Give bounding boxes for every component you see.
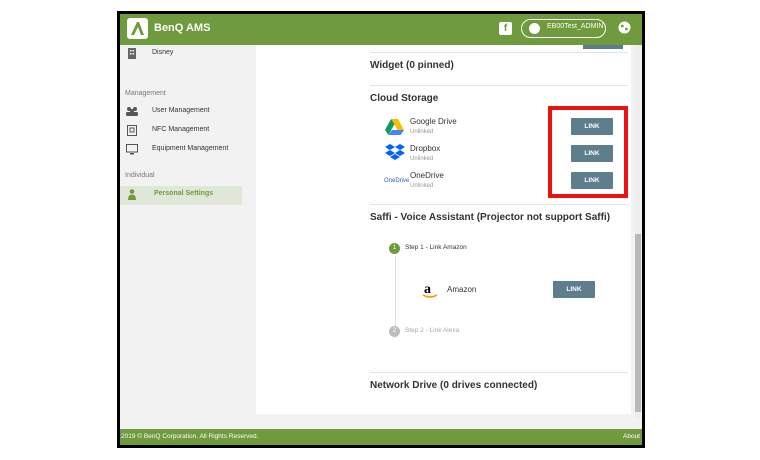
svg-text:a: a <box>424 282 431 297</box>
section-label-individual: Individual <box>125 172 155 179</box>
sidebar-item-label: User Management <box>152 107 210 114</box>
onedrive-logo: OneDrive <box>384 178 410 184</box>
step-1-badge: 1 <box>389 243 400 254</box>
section-label-management: Management <box>125 90 166 97</box>
google-drive-name: Google Drive <box>410 117 457 126</box>
app-title: BenQ AMS <box>154 22 211 34</box>
user-name: EB00Test_ADMIN <box>547 23 604 30</box>
user-avatar-icon <box>529 23 540 34</box>
google-drive-icon <box>385 119 404 135</box>
sidebar-item-label: Personal Settings <box>154 190 214 197</box>
sidebar-item-user-management[interactable]: User Management <box>120 103 242 122</box>
dropbox-name: Dropbox <box>410 144 441 153</box>
sidebar-item-disney[interactable]: Disney <box>120 45 242 64</box>
sidebar-item-label: Disney <box>152 49 174 56</box>
link-amazon-button[interactable]: LINK <box>553 281 595 298</box>
cloud-storage-title: Cloud Storage <box>370 93 439 104</box>
divider <box>370 204 628 205</box>
saffi-section-title: Saffi - Voice Assistant (Projector not s… <box>370 212 611 223</box>
app-window: BenQ AMS f EB00Test_ADMIN Disney Managem… <box>120 14 642 445</box>
divider <box>370 52 628 53</box>
scrollbar-thumb[interactable] <box>635 234 641 412</box>
step-2-badge: 2 <box>389 326 400 337</box>
footer: 2019 © BenQ Corporation. All Rights Rese… <box>120 429 642 445</box>
divider <box>370 372 628 373</box>
network-drive-title: Network Drive (0 drives connected) <box>370 380 538 391</box>
onedrive-name: OneDrive <box>410 171 444 180</box>
amazon-icon: a <box>422 282 438 298</box>
facebook-icon[interactable]: f <box>499 22 512 35</box>
sidebar-item-personal-settings[interactable]: Personal Settings <box>120 186 242 205</box>
top-bar: BenQ AMS f EB00Test_ADMIN <box>120 14 642 45</box>
user-menu-button[interactable]: EB00Test_ADMIN <box>521 19 606 38</box>
sidebar-item-label: Equipment Management <box>152 145 229 152</box>
person-icon <box>128 189 136 200</box>
settings-content-panel <box>256 45 631 414</box>
building-icon <box>128 48 136 59</box>
dropbox-icon <box>385 144 405 160</box>
highlight-box <box>548 106 628 198</box>
sidebar: Disney Management User Management NFC Ma… <box>120 45 242 429</box>
step-2-label: Step 2 - Link Alexa <box>405 327 460 334</box>
sidebar-item-label: NFC Management <box>152 126 210 133</box>
globe-icon[interactable] <box>618 21 631 34</box>
google-drive-status: Unlinked <box>410 129 434 135</box>
about-link[interactable]: About <box>623 433 640 440</box>
nfc-icon <box>127 125 137 136</box>
sidebar-item-equipment-management[interactable]: Equipment Management <box>120 141 242 160</box>
widget-section-title: Widget (0 pinned) <box>370 60 454 71</box>
benq-logo[interactable] <box>127 18 148 39</box>
monitor-icon <box>126 144 138 155</box>
logo-icon <box>131 22 144 35</box>
copyright-text: 2019 © BenQ Corporation. All Rights Rese… <box>121 433 259 440</box>
dropbox-status: Unlinked <box>410 156 434 162</box>
amazon-name: Amazon <box>447 285 477 294</box>
step-1-label: Step 1 - Link Amazon <box>405 244 467 251</box>
divider <box>370 85 628 86</box>
onedrive-status: Unlinked <box>410 183 434 189</box>
users-icon <box>126 107 138 116</box>
sidebar-item-nfc-management[interactable]: NFC Management <box>120 122 242 141</box>
edit-button[interactable] <box>583 45 623 49</box>
